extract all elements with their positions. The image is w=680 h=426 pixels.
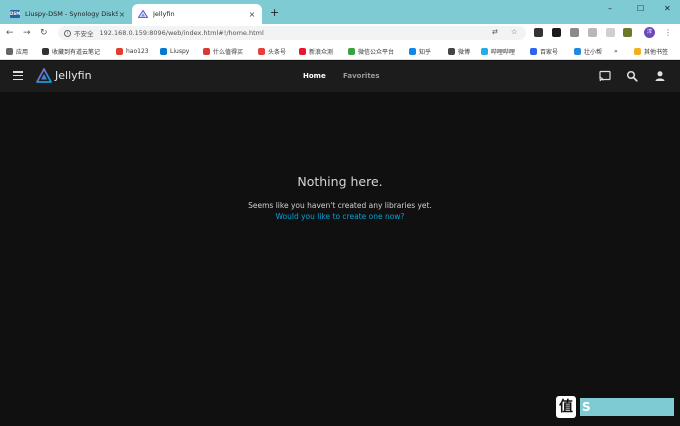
bookmark-item[interactable]: 壮小帮 bbox=[574, 45, 602, 57]
bookmarks-bar: 应用 收藏到有道云笔记 hao123 Liuspy 什么值得买 头条号 新浪众测… bbox=[0, 42, 680, 60]
bookmark-favicon-icon bbox=[574, 47, 581, 55]
bookmarks-overflow-button[interactable]: » bbox=[614, 45, 618, 57]
security-label: 不安全 bbox=[74, 30, 94, 38]
bookmark-item[interactable]: hao123 bbox=[116, 45, 149, 57]
extension-icon[interactable] bbox=[623, 28, 632, 37]
bookmark-item[interactable]: 应用 bbox=[6, 45, 28, 57]
tab-favorites[interactable]: Favorites bbox=[343, 72, 380, 81]
close-tab-icon[interactable]: × bbox=[118, 10, 126, 19]
extension-icon[interactable] bbox=[552, 28, 561, 37]
wechat-icon bbox=[348, 47, 355, 55]
apps-grid-icon bbox=[6, 47, 13, 55]
reload-icon[interactable]: ↻ bbox=[40, 27, 48, 39]
browser-tab-strip: DSM Liuspy-DSM - Synology DiskS × Jellyf… bbox=[0, 0, 680, 24]
extension-icon[interactable] bbox=[534, 28, 543, 37]
profile-avatar[interactable]: 淳 bbox=[644, 27, 655, 38]
url-text[interactable]: 192.168.0.159:8096/web/index.html#!/home… bbox=[100, 29, 264, 37]
bookmark-item[interactable]: 微博 bbox=[448, 45, 470, 57]
plus-icon: + bbox=[270, 6, 280, 19]
folder-icon bbox=[634, 47, 641, 55]
new-tab-button[interactable]: + bbox=[270, 7, 279, 19]
tab-home[interactable]: Home bbox=[303, 72, 326, 81]
bookmark-star-icon[interactable]: ☆ bbox=[511, 28, 517, 36]
shield-extension-icon[interactable] bbox=[588, 28, 597, 37]
weibo-icon bbox=[299, 47, 306, 55]
empty-state-title: Nothing here. bbox=[297, 174, 383, 189]
close-window-icon[interactable]: ✕ bbox=[664, 4, 671, 13]
other-bookmarks-folder[interactable]: 其他书签 bbox=[634, 45, 668, 57]
bookmark-item[interactable]: 百家号 bbox=[530, 45, 558, 57]
empty-state-message: Seems like you haven't created any libra… bbox=[248, 201, 432, 210]
info-icon[interactable]: i bbox=[64, 29, 71, 37]
browser-menu-icon[interactable]: ⋮ bbox=[664, 27, 672, 38]
forward-arrow-icon[interactable]: → bbox=[23, 27, 31, 39]
hamburger-menu-icon[interactable] bbox=[13, 71, 23, 81]
bookmark-item[interactable]: 微信公众平台 bbox=[348, 45, 394, 57]
brand-name[interactable]: Jellyfin bbox=[55, 69, 92, 83]
bookmark-item[interactable]: 新浪众测 bbox=[299, 45, 333, 57]
windows-icon bbox=[160, 47, 167, 55]
address-bar[interactable]: i 不安全 192.168.0.159:8096/web/index.html#… bbox=[58, 26, 526, 40]
bookmark-favicon-icon bbox=[530, 47, 537, 55]
tab-title: Jellyfin bbox=[153, 10, 175, 18]
bookmark-item[interactable]: Liuspy bbox=[160, 45, 189, 57]
search-icon[interactable] bbox=[626, 70, 638, 82]
bookmark-favicon-icon bbox=[203, 47, 210, 55]
bookmark-item[interactable]: 哔哩哔哩 bbox=[481, 45, 515, 57]
bilibili-icon bbox=[481, 47, 488, 55]
back-arrow-icon[interactable]: ← bbox=[6, 27, 14, 39]
bookmark-item[interactable]: 头条号 bbox=[258, 45, 286, 57]
cast-icon[interactable] bbox=[599, 70, 611, 82]
bookmark-item[interactable]: 知乎 bbox=[409, 45, 431, 57]
create-library-link[interactable]: Would you like to create one now? bbox=[0, 212, 680, 221]
browser-toolbar: ← → ↻ i 不安全 192.168.0.159:8096/web/index… bbox=[0, 24, 680, 42]
translate-icon[interactable]: ⇄ bbox=[492, 28, 498, 36]
jellyfin-logo-icon[interactable] bbox=[36, 68, 52, 84]
bookmark-favicon-icon bbox=[116, 47, 123, 55]
bookmark-favicon-icon bbox=[258, 47, 265, 55]
bookmark-item[interactable]: 什么值得买 bbox=[203, 45, 243, 57]
close-tab-icon[interactable]: × bbox=[248, 10, 256, 19]
user-icon[interactable] bbox=[654, 70, 666, 82]
watermark-badge: 值 bbox=[556, 396, 576, 418]
jellyfin-header: Jellyfin Home Favorites bbox=[0, 61, 680, 92]
tab-synology-dsm[interactable]: DSM Liuspy-DSM - Synology DiskS × bbox=[4, 4, 132, 24]
extension-icon[interactable] bbox=[570, 28, 579, 37]
jellyfin-favicon-icon bbox=[138, 10, 148, 18]
bookmark-favicon-icon bbox=[42, 47, 49, 55]
bookmark-item[interactable]: 收藏到有道云笔记 bbox=[42, 45, 100, 57]
tab-title: Liuspy-DSM - Synology DiskS bbox=[25, 10, 118, 18]
check-extension-icon[interactable] bbox=[606, 28, 615, 37]
bookmark-favicon-icon bbox=[448, 47, 455, 55]
maximize-icon[interactable]: ☐ bbox=[637, 4, 644, 13]
minimize-icon[interactable]: – bbox=[608, 4, 612, 13]
dsm-favicon-icon: DSM bbox=[10, 10, 21, 18]
zhihu-icon bbox=[409, 47, 416, 55]
tab-jellyfin[interactable]: Jellyfin × bbox=[132, 4, 262, 24]
watermark-bar: S bbox=[580, 398, 674, 416]
